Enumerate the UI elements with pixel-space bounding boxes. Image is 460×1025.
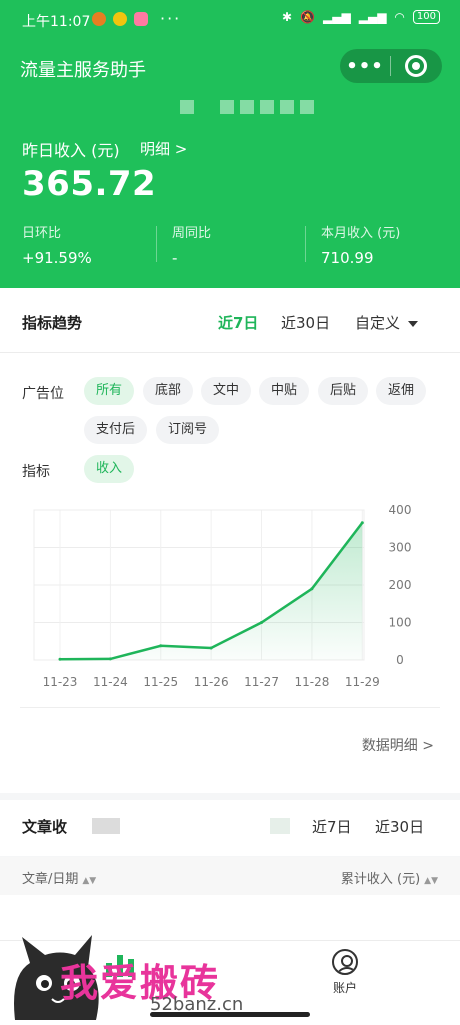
chart-point [209, 646, 213, 650]
x-tick-label: 11-28 [294, 675, 329, 689]
caret-down-icon [408, 320, 419, 327]
range-30-days-label: 近30日 [281, 314, 331, 332]
ad-chip-subscription[interactable]: 订阅号 [156, 416, 220, 444]
ad-chip-all[interactable]: 所有 [84, 377, 135, 405]
weekly-ratio: 周同比 - [172, 222, 211, 267]
chart-point [58, 657, 62, 661]
ad-chip-rebate[interactable]: 返佣 [376, 377, 427, 405]
x-tick-label: 11-23 [43, 675, 78, 689]
column-article-date[interactable]: 文章/日期 ▲▼ [22, 868, 96, 887]
ad-chip-after-pay[interactable]: 支付后 [84, 416, 148, 444]
status-bar: 上午11:07 ··· ✱ 🔕 ▂▄▆ ▂▄▆ ◠ 100 [0, 0, 460, 40]
income-trend-chart: 0 100 200 300 400 11-23 11-24 11-25 11-26 11-27 11… [33, 503, 412, 689]
stat-divider [156, 226, 157, 262]
weekly-ratio-value: - [172, 249, 178, 267]
column-total-income-label: 累计收入 (元) [340, 872, 421, 887]
home-indicator [150, 1012, 310, 1017]
chart-point [360, 521, 364, 525]
daily-ratio-value: +91.59% [22, 249, 92, 267]
app-title: 流量主服务助手 [20, 60, 146, 81]
column-article-date-label: 文章/日期 [22, 872, 79, 887]
signal-icon: ▂▄▆ [323, 10, 351, 24]
article-range-30-days-tab[interactable]: 近30日 [375, 816, 424, 837]
x-tick-label: 11-27 [244, 675, 279, 689]
y-tick-label: 300 [389, 541, 412, 555]
x-tick-label: 11-24 [93, 675, 128, 689]
article-range-7-days-tab[interactable]: 近7日 [312, 816, 352, 837]
tab-account[interactable]: 账户 [322, 949, 368, 996]
article-table-header: 文章/日期 ▲▼ 累计收入 (元) ▲▼ [0, 857, 460, 895]
signal-icon: ▂▄▆ [358, 10, 387, 24]
y-tick-label: 0 [396, 653, 404, 667]
wifi-icon: ◠ [394, 10, 405, 24]
ad-position-label: 广告位 [22, 386, 64, 402]
chart-point [159, 644, 163, 648]
notification-icon [113, 12, 127, 26]
y-tick-label: 100 [389, 616, 412, 630]
status-time: 上午11:07 [22, 14, 91, 30]
yesterday-income-label: 昨日收入 (元) [22, 141, 120, 160]
weekly-ratio-label: 周同比 [172, 226, 212, 241]
status-icons: ✱ 🔕 ▂▄▆ ▂▄▆ ◠ 100 [282, 10, 440, 24]
month-income-label: 本月收入 (元) [321, 226, 401, 241]
trend-panel: 广告位 所有 底部 文中 中贴 后贴 返佣 支付后 订阅号 指标 收入 0 100… [0, 353, 460, 793]
article-income-title: 文章收 [22, 818, 68, 836]
trend-header: 指标趋势 近7日 近30日 自定义 [0, 288, 460, 353]
range-custom-dropdown[interactable]: 自定义 [355, 312, 419, 333]
header-area: 上午11:07 ··· ✱ 🔕 ▂▄▆ ▂▄▆ ◠ 100 流量主服务助手 ••… [0, 0, 460, 288]
mini-program-capsule[interactable]: ••• [340, 49, 442, 83]
user-icon [332, 949, 358, 975]
stat-divider [305, 226, 306, 262]
ad-chip-mid[interactable]: 中贴 [259, 377, 310, 405]
blurred-account-name [180, 100, 314, 114]
x-tick-label: 11-29 [345, 675, 380, 689]
x-tick-label: 11-26 [194, 675, 229, 689]
trend-title: 指标趋势 [22, 314, 83, 332]
chart-point [108, 657, 112, 661]
ad-chip-bottom[interactable]: 底部 [143, 377, 194, 405]
sort-icon: ▲▼ [424, 876, 438, 886]
metric-chip-income[interactable]: 收入 [84, 455, 135, 483]
battery-icon: 100 [412, 10, 440, 24]
yesterday-income-value: 365.72 [22, 164, 157, 204]
bluetooth-icon: ✱ [282, 10, 293, 24]
detail-link[interactable]: 明细 > [140, 138, 187, 159]
range-30-days-tab[interactable]: 近30日 [281, 312, 330, 333]
daily-ratio: 日环比 +91.59% [22, 222, 92, 267]
range-7-days-tab[interactable]: 近7日 [218, 312, 258, 333]
ad-chip-end[interactable]: 后贴 [318, 377, 369, 405]
blurred-text [92, 818, 120, 834]
month-income-value: 710.99 [321, 249, 374, 267]
blurred-text [270, 818, 290, 834]
notification-icon [92, 12, 106, 26]
notification-icon [134, 12, 148, 26]
y-tick-label: 200 [389, 578, 412, 592]
column-total-income[interactable]: 累计收入 (元) ▲▼ [341, 868, 438, 887]
section-divider [20, 707, 440, 708]
chart-point [310, 587, 314, 591]
more-icon[interactable]: ••• [340, 56, 390, 77]
data-detail-link[interactable]: 数据明细 > [362, 735, 434, 755]
chart-point [260, 621, 264, 624]
ad-chip-inline[interactable]: 文中 [201, 377, 252, 405]
month-income: 本月收入 (元) 710.99 [321, 222, 400, 267]
article-income-header: 文章收 近7日 近30日 [0, 800, 460, 856]
close-mini-program-button[interactable] [391, 55, 441, 77]
tab-account-label: 账户 [332, 981, 357, 995]
daily-ratio-label: 日环比 [22, 226, 62, 241]
y-tick-label: 400 [389, 503, 412, 517]
sort-icon: ▲▼ [82, 876, 97, 886]
mute-icon: 🔕 [300, 10, 316, 24]
x-tick-label: 11-25 [143, 675, 178, 689]
metric-label: 指标 [22, 464, 50, 480]
range-custom-label: 自定义 [355, 314, 401, 332]
target-icon [405, 55, 427, 77]
more-notifications-icon: ··· [160, 9, 182, 28]
